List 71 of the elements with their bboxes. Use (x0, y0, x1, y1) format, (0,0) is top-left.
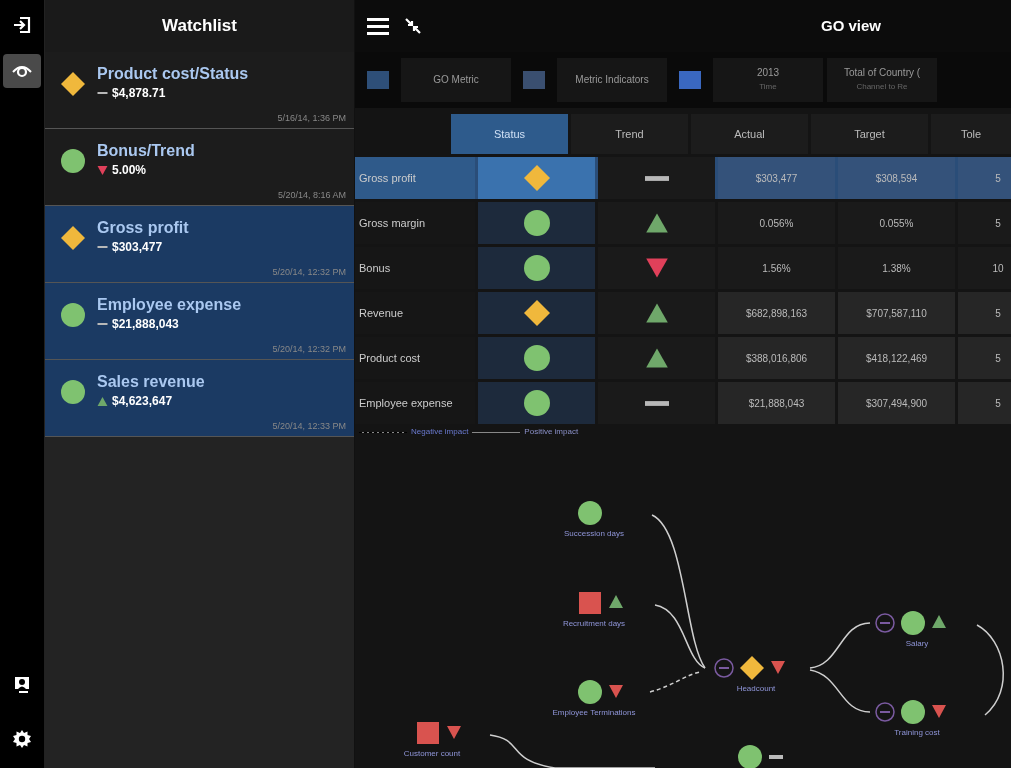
collapse-icon[interactable] (405, 18, 421, 34)
table-cell: $308,594 (838, 157, 955, 199)
watchlist-item[interactable]: Product cost/Status $4,878.71 5/16/14, 1:36 PM (45, 52, 354, 129)
table-cell: 10 (958, 247, 1011, 289)
gear-icon (12, 729, 32, 749)
metric-node[interactable]: Salary (875, 611, 946, 648)
item-value: $4,623,647 (112, 393, 173, 410)
timestamp: 5/20/14, 8:16 AM (277, 188, 346, 202)
item-value: $21,888,043 (112, 316, 179, 333)
dashed-connector (649, 671, 701, 693)
metric-node[interactable]: Training cost (875, 700, 946, 737)
row-label[interactable]: Gross profit (355, 157, 475, 199)
column-header[interactable]: Tole (931, 114, 1011, 154)
legend-line (472, 431, 521, 433)
filter-button[interactable]: Metric Indicators (557, 58, 667, 102)
legend-label: Negative impact (411, 426, 469, 438)
metric-node[interactable]: Customer count (403, 722, 461, 758)
table-cell: $388,016,806 (718, 337, 835, 379)
timestamp: 5/20/14, 12:32 PM (272, 265, 346, 279)
filter-button[interactable]: 2013 Time (713, 58, 823, 102)
eye-button[interactable] (3, 54, 41, 88)
item-title: Gross profit (97, 218, 189, 238)
menu-icon[interactable] (367, 17, 389, 35)
item-title: Employee expense (97, 295, 242, 315)
table-cell: $21,888,043 (718, 382, 835, 424)
table-cell: $303,477 (718, 157, 835, 199)
metric-node[interactable]: Headcount (714, 656, 785, 693)
item-value: $303,477 (112, 239, 163, 256)
table-cell: $307,494,900 (838, 382, 955, 424)
column-header[interactable]: Trend (571, 114, 688, 154)
table-cell: 0.055% (838, 202, 955, 244)
table-cell: 5 (958, 382, 1011, 424)
table-cell: $418,122,469 (838, 337, 955, 379)
table-cell: 0.056% (718, 202, 835, 244)
table-cell: 5 (958, 337, 1011, 379)
filter-button[interactable]: GO Metric (401, 58, 511, 102)
item-title: Sales revenue (97, 372, 205, 392)
view-title: GO view (821, 15, 882, 36)
filter-button[interactable]: Total of Country ( Channel to Re (827, 58, 937, 102)
watchlist-item[interactable]: Bonus/Trend 5.00% 5/20/14, 8:16 AM (45, 129, 354, 206)
item-title: Bonus/Trend (97, 141, 195, 161)
watchlist-item[interactable]: Gross profit $303,477 5/20/14, 12:32 PM (45, 206, 354, 283)
table-cell: 5 (958, 157, 1011, 199)
watchlist-item[interactable]: Sales revenue $4,623,647 5/20/14, 12:33 PM (45, 360, 354, 437)
table-cell: 5 (958, 292, 1011, 334)
panel-title: Watchlist (162, 15, 237, 38)
column-header[interactable]: Actual (691, 114, 808, 154)
item-value: 5.00% (112, 162, 147, 179)
connector (809, 622, 871, 669)
sign-in-icon (12, 15, 32, 35)
column-header[interactable]: Status (451, 114, 568, 154)
table-cell: 5 (958, 202, 1011, 244)
connector (809, 669, 871, 713)
metric-node[interactable] (738, 745, 783, 768)
item-value: $4,878.71 (112, 85, 166, 102)
person-card-icon (12, 675, 32, 695)
legend-label: Positive impact (524, 426, 579, 438)
item-title: Product cost/Status (97, 64, 249, 84)
metric-node[interactable]: Recruitment days (562, 592, 626, 628)
table-cell: 1.38% (838, 247, 955, 289)
column-header[interactable]: Target (811, 114, 928, 154)
watchlist-item[interactable]: Employee expense $21,888,043 5/20/14, 12:32 PM (45, 283, 354, 360)
metric-node[interactable]: Employee Terminations (552, 680, 636, 717)
table-cell: 1.56% (718, 247, 835, 289)
timestamp: 5/20/14, 12:33 PM (272, 419, 346, 433)
timestamp: 5/16/14, 1:36 PM (277, 111, 346, 125)
legend-line (359, 431, 407, 433)
metric-node[interactable]: Succession days (564, 501, 624, 538)
table-cell: $682,898,163 (718, 292, 835, 334)
table-cell: $707,587,110 (838, 292, 955, 334)
timestamp: 5/20/14, 12:32 PM (272, 342, 346, 356)
